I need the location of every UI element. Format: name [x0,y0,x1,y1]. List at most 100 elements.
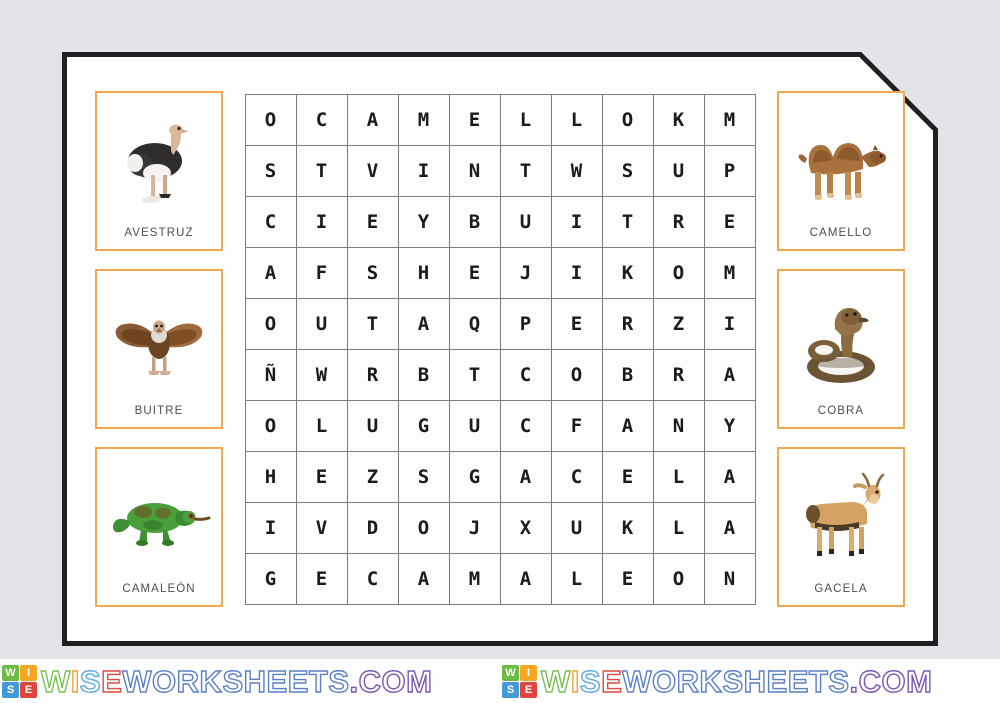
word-search-cell[interactable]: O [601,93,654,146]
word-search-cell[interactable]: C [295,93,348,146]
word-search-cell[interactable]: L [550,93,603,146]
word-search-cell[interactable]: B [448,195,501,248]
word-search-cell[interactable]: C [244,195,297,248]
word-search-cell[interactable]: E [550,297,603,350]
word-search-cell[interactable]: B [397,348,450,401]
word-search-cell[interactable]: O [244,297,297,350]
word-search-cell[interactable]: C [346,552,399,605]
word-search-cell[interactable]: O [244,399,297,452]
word-search-cell[interactable]: X [499,501,552,554]
word-search-cell[interactable]: O [244,93,297,146]
word-search-cell[interactable]: I [397,144,450,197]
word-search-cell[interactable]: E [448,93,501,146]
word-search-cell[interactable]: T [499,144,552,197]
word-search-cell[interactable]: U [448,399,501,452]
word-search-cell[interactable]: P [499,297,552,350]
word-search-cell[interactable]: C [499,399,552,452]
word-search-cell[interactable]: Z [652,297,705,350]
word-search-cell[interactable]: N [448,144,501,197]
word-search-grid[interactable]: OCAMELLOKMSTVINTWSUPCIEYBUITREAFSHEJIKOM… [244,93,756,605]
word-search-cell[interactable]: K [601,501,654,554]
word-search-cell[interactable]: Q [448,297,501,350]
word-search-cell[interactable]: A [397,552,450,605]
word-search-cell[interactable]: B [601,348,654,401]
word-search-cell[interactable]: F [295,246,348,299]
word-search-cell[interactable]: R [346,348,399,401]
word-search-cell[interactable]: R [652,348,705,401]
word-search-cell[interactable]: T [346,297,399,350]
word-search-cell[interactable]: D [346,501,399,554]
word-search-cell[interactable]: C [499,348,552,401]
word-search-cell[interactable]: E [703,195,756,248]
word-search-cell[interactable]: E [346,195,399,248]
word-search-cell[interactable]: E [448,246,501,299]
word-search-cell[interactable]: S [346,246,399,299]
word-search-cell[interactable]: U [652,144,705,197]
vocab-card-camello[interactable]: CAMELLO [777,91,905,251]
word-search-cell[interactable]: W [550,144,603,197]
vocab-card-buitre[interactable]: BUITRE [95,269,223,429]
vocab-card-gacela[interactable]: GACELA [777,447,905,607]
word-search-cell[interactable]: U [499,195,552,248]
word-search-cell[interactable]: T [448,348,501,401]
word-search-cell[interactable]: K [652,93,705,146]
word-search-cell[interactable]: S [601,144,654,197]
word-search-cell[interactable]: A [346,93,399,146]
word-search-cell[interactable]: T [601,195,654,248]
word-search-cell[interactable]: T [295,144,348,197]
word-search-cell[interactable]: A [601,399,654,452]
word-search-cell[interactable]: O [652,246,705,299]
word-search-cell[interactable]: L [499,93,552,146]
word-search-cell[interactable]: S [397,450,450,503]
word-search-cell[interactable]: I [244,501,297,554]
word-search-cell[interactable]: H [397,246,450,299]
word-search-cell[interactable]: I [550,195,603,248]
word-search-cell[interactable]: A [244,246,297,299]
word-search-cell[interactable]: I [703,297,756,350]
word-search-cell[interactable]: Y [397,195,450,248]
word-search-cell[interactable]: E [295,552,348,605]
word-search-cell[interactable]: U [295,297,348,350]
word-search-cell[interactable]: P [703,144,756,197]
word-search-cell[interactable]: K [601,246,654,299]
word-search-cell[interactable]: L [652,501,705,554]
word-search-cell[interactable]: M [703,93,756,146]
word-search-cell[interactable]: A [703,450,756,503]
word-search-cell[interactable]: U [550,501,603,554]
word-search-cell[interactable]: M [703,246,756,299]
word-search-cell[interactable]: U [346,399,399,452]
word-search-cell[interactable]: N [652,399,705,452]
word-search-cell[interactable]: E [601,552,654,605]
word-search-cell[interactable]: A [499,552,552,605]
vocab-card-cobra[interactable]: COBRA [777,269,905,429]
word-search-cell[interactable]: O [397,501,450,554]
word-search-cell[interactable]: A [397,297,450,350]
word-search-cell[interactable]: H [244,450,297,503]
word-search-cell[interactable]: Y [703,399,756,452]
word-search-cell[interactable]: C [550,450,603,503]
word-search-cell[interactable]: A [703,348,756,401]
word-search-cell[interactable]: V [346,144,399,197]
word-search-cell[interactable]: S [244,144,297,197]
word-search-cell[interactable]: A [499,450,552,503]
word-search-cell[interactable]: L [550,552,603,605]
word-search-cell[interactable]: O [652,552,705,605]
word-search-cell[interactable]: I [550,246,603,299]
word-search-cell[interactable]: G [448,450,501,503]
word-search-cell[interactable]: R [601,297,654,350]
word-search-cell[interactable]: N [703,552,756,605]
word-search-cell[interactable]: I [295,195,348,248]
vocab-card-camaleon[interactable]: CAMALEÓN [95,447,223,607]
word-search-cell[interactable]: W [295,348,348,401]
word-search-cell[interactable]: E [295,450,348,503]
word-search-cell[interactable]: A [703,501,756,554]
word-search-cell[interactable]: E [601,450,654,503]
word-search-cell[interactable]: L [652,450,705,503]
vocab-card-avestruz[interactable]: AVESTRUZ [95,91,223,251]
word-search-cell[interactable]: G [397,399,450,452]
word-search-cell[interactable]: J [448,501,501,554]
word-search-cell[interactable]: G [244,552,297,605]
word-search-cell[interactable]: M [448,552,501,605]
word-search-cell[interactable]: O [550,348,603,401]
word-search-cell[interactable]: J [499,246,552,299]
